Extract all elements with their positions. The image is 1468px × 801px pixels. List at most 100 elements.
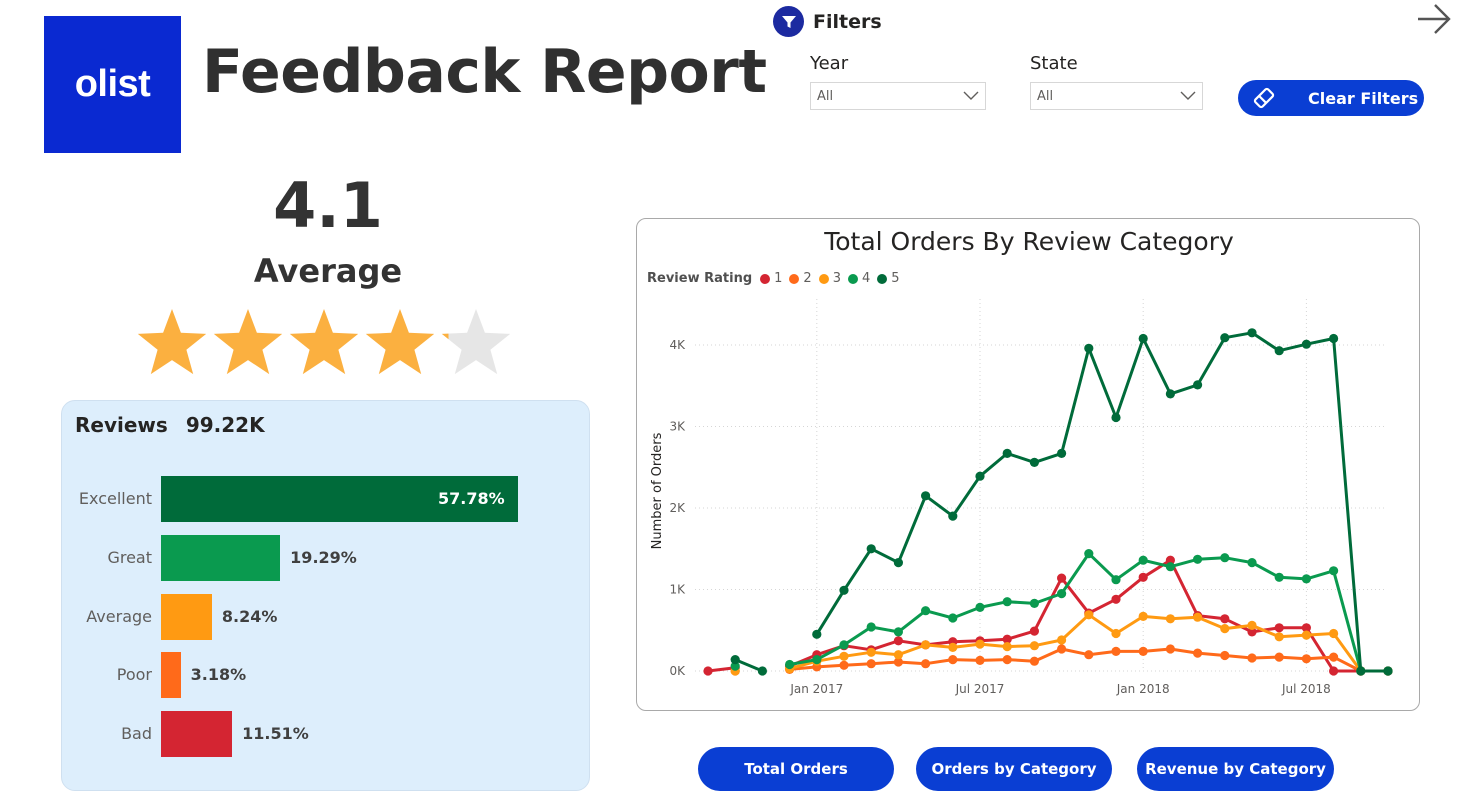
data-point[interactable] bbox=[1002, 597, 1012, 607]
data-point[interactable] bbox=[1329, 333, 1339, 344]
data-point[interactable] bbox=[1247, 558, 1257, 568]
data-point[interactable] bbox=[1329, 628, 1339, 639]
data-point[interactable] bbox=[757, 666, 767, 676]
total-orders-button[interactable]: Total Orders bbox=[698, 747, 894, 791]
data-point[interactable] bbox=[1274, 652, 1284, 662]
data-point[interactable] bbox=[866, 544, 876, 554]
data-point[interactable] bbox=[1084, 610, 1094, 620]
data-point[interactable] bbox=[893, 558, 903, 568]
data-point[interactable] bbox=[1247, 653, 1257, 663]
data-point[interactable] bbox=[1220, 553, 1230, 563]
data-point[interactable] bbox=[1111, 575, 1121, 585]
data-point[interactable] bbox=[866, 659, 876, 669]
year-dropdown[interactable]: All bbox=[810, 82, 986, 110]
data-point[interactable] bbox=[1301, 654, 1311, 664]
data-point[interactable] bbox=[948, 655, 958, 665]
data-point[interactable] bbox=[703, 666, 713, 676]
data-point[interactable] bbox=[1329, 666, 1339, 676]
state-dropdown[interactable]: All bbox=[1030, 82, 1203, 110]
revenue-by-category-button[interactable]: Revenue by Category bbox=[1137, 747, 1334, 791]
data-point[interactable] bbox=[1274, 632, 1284, 642]
data-point[interactable] bbox=[866, 622, 876, 632]
review-bar[interactable] bbox=[161, 652, 181, 699]
data-point[interactable] bbox=[1329, 566, 1339, 576]
data-point[interactable] bbox=[1111, 594, 1121, 604]
data-point[interactable] bbox=[1165, 389, 1175, 399]
data-point[interactable] bbox=[1029, 656, 1039, 666]
data-point[interactable] bbox=[1138, 646, 1148, 656]
data-point[interactable] bbox=[812, 629, 822, 639]
data-point[interactable] bbox=[1274, 346, 1284, 356]
data-point[interactable] bbox=[839, 585, 849, 595]
data-point[interactable] bbox=[1220, 650, 1230, 661]
data-point[interactable] bbox=[1193, 648, 1203, 658]
data-point[interactable] bbox=[1329, 652, 1339, 662]
data-point[interactable] bbox=[1002, 642, 1012, 652]
data-point[interactable] bbox=[1165, 614, 1175, 624]
data-point[interactable] bbox=[1002, 655, 1012, 665]
data-point[interactable] bbox=[1111, 412, 1121, 423]
data-point[interactable] bbox=[1029, 598, 1039, 608]
data-point[interactable] bbox=[893, 636, 903, 646]
data-point[interactable] bbox=[1138, 611, 1148, 621]
data-point[interactable] bbox=[1138, 555, 1148, 565]
data-point[interactable] bbox=[1220, 614, 1230, 624]
data-point[interactable] bbox=[975, 602, 985, 612]
data-point[interactable] bbox=[1301, 339, 1311, 349]
data-point[interactable] bbox=[1111, 628, 1121, 639]
data-point[interactable] bbox=[1057, 644, 1067, 654]
data-point[interactable] bbox=[730, 655, 740, 665]
data-point[interactable] bbox=[948, 642, 958, 652]
data-point[interactable] bbox=[1084, 650, 1094, 660]
data-point[interactable] bbox=[1111, 646, 1121, 656]
data-point[interactable] bbox=[1356, 666, 1366, 676]
review-bar[interactable] bbox=[161, 593, 212, 640]
data-point[interactable] bbox=[1193, 554, 1203, 564]
data-point[interactable] bbox=[975, 639, 985, 649]
data-point[interactable] bbox=[1057, 573, 1067, 583]
review-bar[interactable] bbox=[161, 534, 281, 581]
data-point[interactable] bbox=[1220, 333, 1230, 343]
data-point[interactable] bbox=[1165, 644, 1175, 654]
data-point[interactable] bbox=[948, 613, 958, 623]
data-point[interactable] bbox=[1193, 380, 1203, 390]
data-point[interactable] bbox=[1138, 333, 1148, 344]
data-point[interactable] bbox=[866, 647, 876, 657]
data-point[interactable] bbox=[839, 640, 849, 650]
data-point[interactable] bbox=[948, 511, 958, 521]
data-point[interactable] bbox=[1247, 328, 1257, 338]
data-point[interactable] bbox=[921, 606, 931, 616]
data-point[interactable] bbox=[1029, 457, 1039, 467]
data-point[interactable] bbox=[1084, 343, 1094, 353]
clear-filters-button[interactable]: Clear Filters bbox=[1238, 80, 1424, 116]
data-point[interactable] bbox=[1029, 626, 1039, 636]
data-point[interactable] bbox=[1274, 572, 1284, 582]
data-point[interactable] bbox=[1301, 630, 1311, 640]
data-point[interactable] bbox=[839, 651, 849, 661]
data-point[interactable] bbox=[975, 471, 985, 481]
data-point[interactable] bbox=[1301, 574, 1311, 584]
review-bar[interactable] bbox=[161, 711, 233, 758]
data-point[interactable] bbox=[1002, 448, 1012, 458]
data-point[interactable] bbox=[893, 650, 903, 660]
data-point[interactable] bbox=[921, 659, 931, 669]
data-point[interactable] bbox=[839, 660, 849, 670]
data-point[interactable] bbox=[1220, 624, 1230, 634]
data-point[interactable] bbox=[1084, 549, 1094, 559]
data-point[interactable] bbox=[785, 659, 795, 670]
data-point[interactable] bbox=[1057, 448, 1067, 458]
data-point[interactable] bbox=[1138, 572, 1148, 582]
data-point[interactable] bbox=[1165, 562, 1175, 572]
data-point[interactable] bbox=[1057, 635, 1067, 645]
data-point[interactable] bbox=[893, 627, 903, 637]
data-point[interactable] bbox=[812, 655, 822, 665]
data-point[interactable] bbox=[1247, 620, 1257, 630]
data-point[interactable] bbox=[975, 655, 985, 665]
data-point[interactable] bbox=[921, 640, 931, 650]
data-point[interactable] bbox=[1274, 623, 1284, 633]
data-point[interactable] bbox=[1029, 641, 1039, 651]
data-point[interactable] bbox=[1383, 666, 1393, 676]
arrow-right-icon[interactable] bbox=[1414, 1, 1454, 37]
orders-by-category-button[interactable]: Orders by Category bbox=[916, 747, 1112, 791]
data-point[interactable] bbox=[1057, 589, 1067, 599]
